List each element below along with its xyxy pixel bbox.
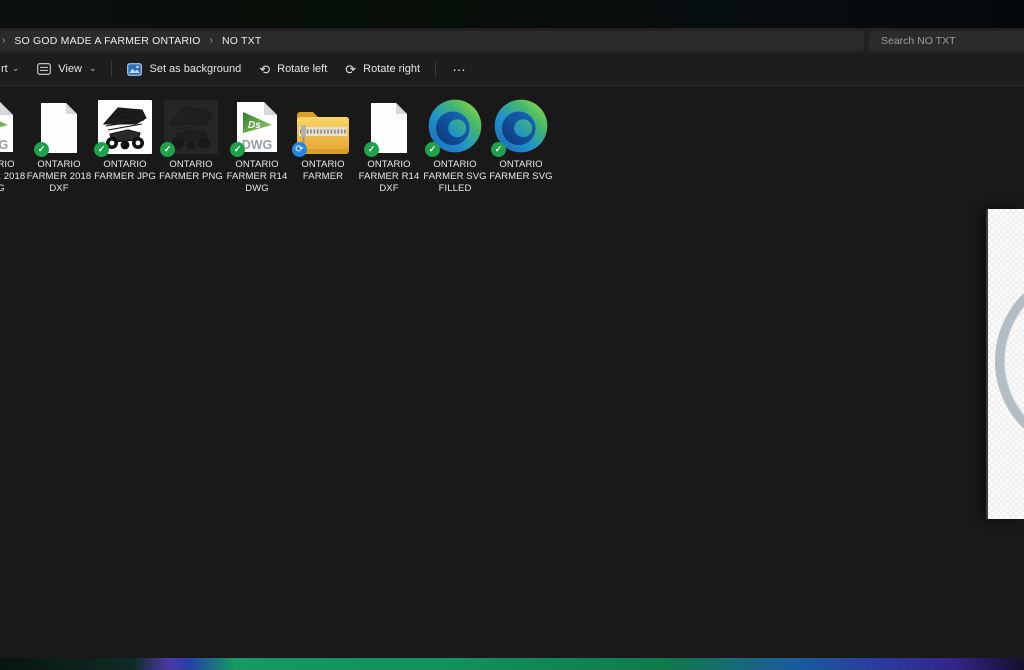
rotate-right-button[interactable]: ⟳ Rotate right <box>336 58 429 81</box>
file-grid: Ds DWG ✓ ONTARIO FARMER 2018 DWG ✓ ONTAR… <box>0 94 554 194</box>
preview-window[interactable] <box>986 209 1024 519</box>
chevron-down-icon: ⌄ <box>12 63 20 74</box>
file-item[interactable]: ✓ ONTARIO FARMER 2018 DXF <box>26 94 92 194</box>
search-input[interactable] <box>879 34 1021 48</box>
command-toolbar: rt ⌄ View ⌄ Set as background ⟲ Rotate l… <box>0 53 1024 86</box>
onedrive-check-badge-icon: ✓ <box>160 142 175 157</box>
file-item[interactable]: Ds DWG ✓ ONTARIO FARMER R14 DWG <box>224 94 290 194</box>
onedrive-check-badge-icon: ✓ <box>34 142 49 157</box>
file-name: ONTARIO FARMER SVG <box>482 159 560 183</box>
file-item[interactable]: ⟳ ONTARIO FARMER <box>290 94 356 194</box>
rotate-right-icon: ⟳ <box>345 63 356 76</box>
rotate-left-icon: ⟲ <box>259 63 270 76</box>
rotate-left-label: Rotate left <box>277 63 327 75</box>
set-as-background-label: Set as background <box>149 63 241 75</box>
onedrive-check-badge-icon: ✓ <box>230 142 245 157</box>
picture-icon <box>127 63 142 76</box>
toolbar-divider <box>111 61 112 77</box>
search-box[interactable] <box>869 31 1024 51</box>
view-button[interactable]: View ⌄ <box>28 58 105 80</box>
file-item[interactable]: ✓ ONTARIO FARMER SVG <box>488 94 554 194</box>
chevron-down-icon: ⌄ <box>89 63 97 74</box>
breadcrumb-chevron-icon: › <box>210 35 213 46</box>
set-as-background-button[interactable]: Set as background <box>118 58 250 81</box>
onedrive-sync-badge-icon: ⟳ <box>292 142 307 157</box>
preview-circle-graphic <box>995 267 1024 455</box>
svg-text:DWG: DWG <box>242 138 273 152</box>
file-item[interactable]: ✓ ONTARIO FARMER SVG FILLED <box>422 94 488 194</box>
onedrive-check-badge-icon: ✓ <box>364 142 379 157</box>
onedrive-check-badge-icon: ✓ <box>491 142 506 157</box>
address-bar[interactable]: › SO GOD MADE A FARMER ONTARIO › NO TXT <box>0 31 864 51</box>
dwg-file-icon: Ds DWG <box>0 100 14 154</box>
breadcrumb-item-current[interactable]: NO TXT <box>222 35 262 47</box>
svg-text:Ds: Ds <box>248 120 261 131</box>
rotate-left-button[interactable]: ⟲ Rotate left <box>250 58 336 81</box>
view-icon <box>37 63 51 75</box>
file-item[interactable]: ✓ ONTARIO FARMER JPG <box>92 94 158 194</box>
onedrive-check-badge-icon: ✓ <box>94 142 109 157</box>
breadcrumb-item-folder[interactable]: SO GOD MADE A FARMER ONTARIO <box>14 35 200 47</box>
file-item[interactable]: ✓ ONTARIO FARMER PNG <box>158 94 224 194</box>
file-item[interactable]: ✓ ONTARIO FARMER R14 DXF <box>356 94 422 194</box>
view-button-label: View <box>58 63 82 75</box>
rotate-right-label: Rotate right <box>363 63 420 75</box>
onedrive-check-badge-icon: ✓ <box>425 142 440 157</box>
address-row: › SO GOD MADE A FARMER ONTARIO › NO TXT <box>0 28 1024 53</box>
sort-button-label: rt <box>1 63 8 75</box>
toolbar-divider <box>435 61 436 77</box>
see-more-button[interactable]: … <box>442 56 477 82</box>
titlebar-strip <box>0 0 1024 28</box>
sort-button[interactable]: rt ⌄ <box>0 58 28 80</box>
svg-text:DWG: DWG <box>0 138 8 152</box>
breadcrumb-chevron-icon: › <box>2 35 5 46</box>
desktop-wallpaper-strip <box>0 658 1024 670</box>
